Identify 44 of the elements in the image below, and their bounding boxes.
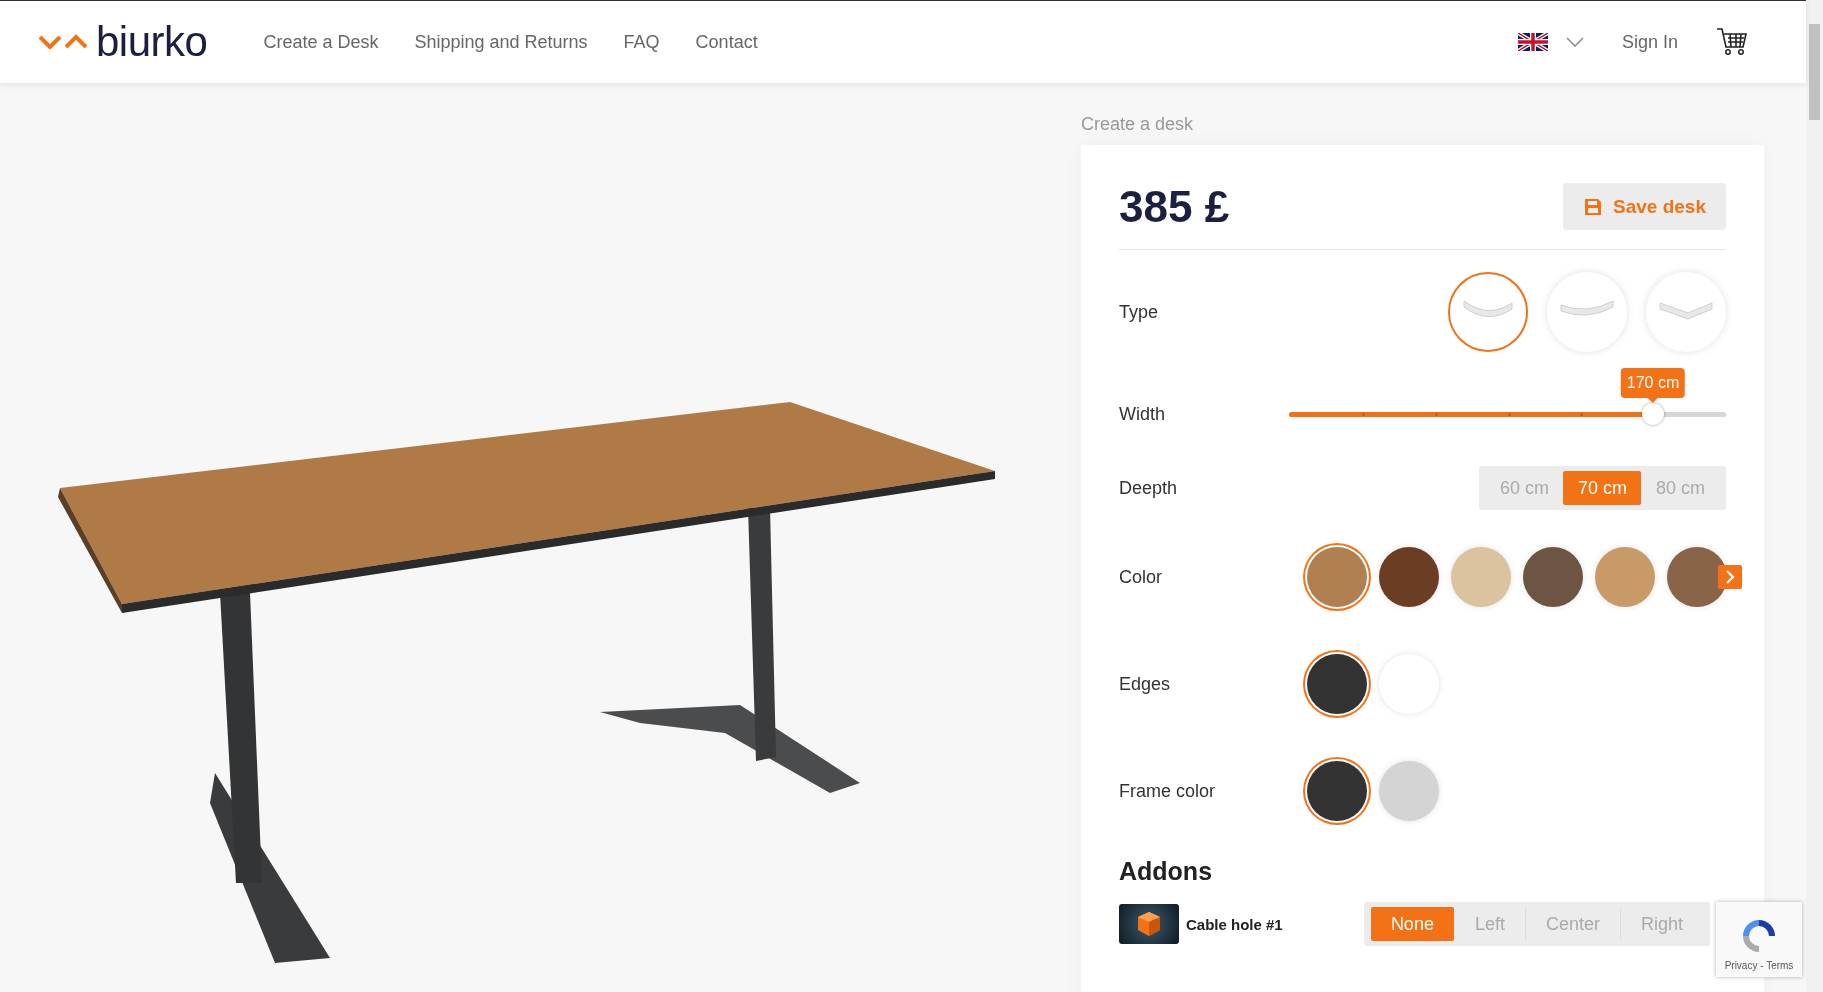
color-swatch[interactable]: [1523, 547, 1583, 607]
slider-value-tooltip: 170 cm: [1620, 368, 1686, 403]
depth-option[interactable]: 80 cm: [1640, 471, 1719, 505]
option-label: Deepth: [1119, 477, 1179, 499]
logo-chevron-icon: [38, 33, 88, 51]
price: 385 £: [1119, 181, 1230, 232]
option-label: Edges: [1119, 673, 1172, 695]
addons-heading: Addons: [1119, 857, 1214, 886]
color-swatch[interactable]: [1379, 761, 1439, 821]
color-swatch[interactable]: [1307, 654, 1367, 714]
position-option[interactable]: Left: [1453, 907, 1525, 941]
option-label: Frame color: [1119, 780, 1217, 802]
uk-flag-icon[interactable]: [1517, 33, 1548, 51]
position-option[interactable]: Center: [1524, 907, 1620, 941]
breadcrumb: Create a desk: [1081, 114, 1195, 135]
option-label: Type: [1119, 301, 1160, 323]
nav-link[interactable]: Create a Desk: [263, 31, 379, 53]
color-swatch[interactable]: [1667, 547, 1727, 607]
color-swatch[interactable]: [1307, 547, 1367, 607]
depth-option[interactable]: 60 cm: [1485, 471, 1563, 505]
logo-text[interactable]: biurko: [96, 18, 208, 66]
color-swatch[interactable]: [1379, 547, 1439, 607]
color-swatch[interactable]: [1595, 547, 1655, 607]
nav-link[interactable]: FAQ: [623, 31, 660, 53]
position-option[interactable]: Right: [1619, 907, 1703, 941]
chevron-down-icon[interactable]: [1565, 37, 1584, 47]
position-option[interactable]: None: [1370, 907, 1454, 941]
cart-icon[interactable]: [1716, 27, 1748, 57]
option-label: Width: [1119, 403, 1166, 425]
next-button[interactable]: [1718, 565, 1742, 589]
recaptcha-links[interactable]: Privacy - Terms: [1724, 960, 1794, 971]
cube-icon: [1137, 911, 1161, 937]
sign-in-link[interactable]: Sign In: [1621, 31, 1678, 53]
nav-link[interactable]: Contact: [695, 31, 758, 53]
option-label: Color: [1119, 566, 1163, 588]
addon-name: Cable hole #1: [1186, 915, 1283, 933]
chevron-right-icon: [1725, 570, 1735, 584]
color-swatch[interactable]: [1451, 547, 1511, 607]
save-icon: [1583, 196, 1604, 217]
depth-option[interactable]: 70 cm: [1562, 471, 1641, 505]
save-desk-button[interactable]: Save desk: [1563, 183, 1726, 230]
color-swatch[interactable]: [1307, 761, 1367, 821]
nav-link[interactable]: Shipping and Returns: [414, 31, 588, 53]
slider-handle[interactable]: [1642, 403, 1664, 425]
